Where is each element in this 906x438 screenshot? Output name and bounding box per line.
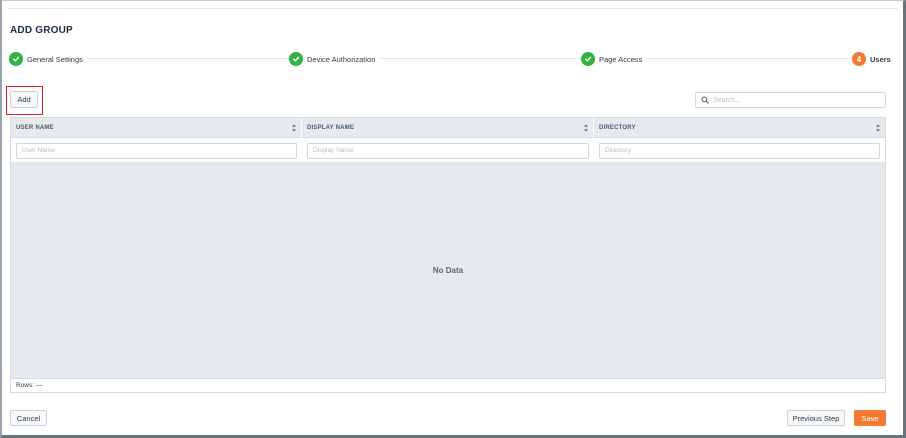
display-name-filter-input[interactable] [307, 142, 589, 159]
column-header-user-name[interactable]: USER NAME [11, 118, 302, 138]
column-header-label: DIRECTORY [599, 125, 636, 131]
top-divider [8, 8, 898, 9]
step-label: Page Access [599, 54, 643, 64]
sort-icon[interactable] [584, 124, 589, 132]
step-page-access[interactable]: Page Access [581, 51, 647, 67]
wizard-stepper: General Settings Device Authorization Pa… [9, 51, 895, 67]
grid-body: No Data [11, 162, 885, 378]
step-connector [79, 58, 294, 59]
column-header-label: USER NAME [16, 125, 54, 131]
step-label: Users [870, 54, 891, 64]
row-count: Rows: — [16, 382, 43, 389]
search-icon [701, 91, 709, 109]
filter-cell [11, 139, 302, 162]
users-grid: USER NAME DISPLAY NAME DIRECTORY No Data… [10, 117, 886, 393]
step-device-authorization[interactable]: Device Authorization [289, 51, 380, 67]
column-header-directory[interactable]: DIRECTORY [594, 118, 885, 138]
check-icon [581, 52, 595, 66]
cancel-button[interactable]: Cancel [10, 410, 47, 426]
page-title: ADD GROUP [10, 25, 73, 36]
search-input[interactable] [713, 96, 873, 104]
filter-cell [594, 139, 885, 162]
filter-row [11, 139, 885, 162]
sort-icon[interactable] [292, 124, 297, 132]
column-header-label: DISPLAY NAME [307, 125, 355, 131]
step-connector [374, 58, 584, 59]
step-label: General Settings [27, 54, 83, 64]
filter-cell [302, 139, 594, 162]
step-label: Device Authorization [307, 54, 376, 64]
column-header-display-name[interactable]: DISPLAY NAME [302, 118, 594, 138]
step-connector [644, 58, 849, 59]
save-button[interactable]: Save [854, 410, 886, 426]
previous-step-button[interactable]: Previous Step [787, 410, 845, 426]
check-icon [9, 52, 23, 66]
add-button[interactable]: Add [10, 91, 38, 108]
user-name-filter-input[interactable] [16, 142, 297, 159]
search-box[interactable] [695, 92, 886, 108]
step-number-badge: 4 [852, 52, 866, 66]
empty-state-text: No Data [432, 265, 464, 275]
directory-filter-input[interactable] [599, 142, 880, 159]
grid-header: USER NAME DISPLAY NAME DIRECTORY [11, 118, 885, 138]
check-icon [289, 52, 303, 66]
sort-icon[interactable] [876, 124, 881, 132]
step-users[interactable]: 4 Users [850, 51, 895, 67]
step-general-settings[interactable]: General Settings [9, 51, 87, 67]
grid-footer: Rows: — [11, 378, 885, 392]
